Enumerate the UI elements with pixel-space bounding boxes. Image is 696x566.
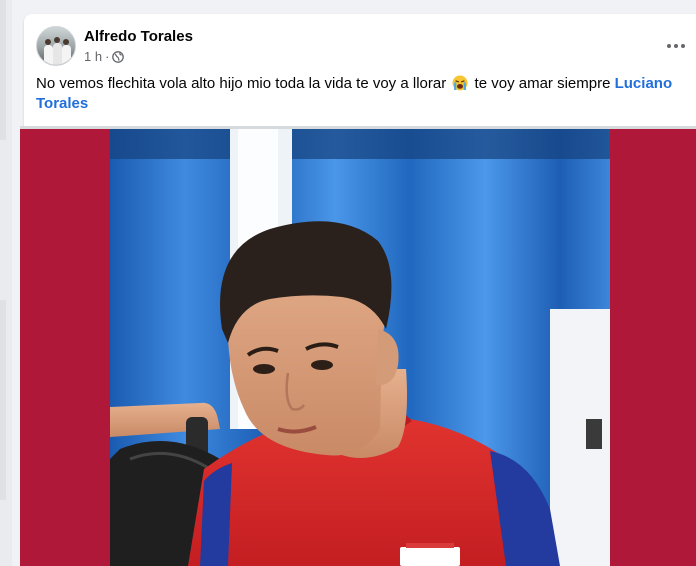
author-name[interactable]: Alfredo Torales (84, 27, 193, 46)
avatar-head (63, 39, 69, 45)
crying-face-emoji-icon (452, 75, 468, 91)
avatar-head (54, 37, 60, 43)
sidebar-divider (0, 0, 6, 140)
post-media[interactable] (20, 126, 696, 566)
post-photo[interactable] (110, 129, 610, 566)
more-options-icon (667, 44, 685, 48)
post-card: Alfredo Torales 1 h · No vemos flechita … (20, 14, 696, 566)
post-subline: 1 h · (84, 49, 193, 65)
post-text: No vemos flechita vola alto hijo mio tod… (36, 74, 676, 114)
post-text-part: te voy amar siempre (474, 75, 611, 92)
post-header: Alfredo Torales 1 h · (36, 26, 193, 66)
more-options-button[interactable] (662, 32, 690, 60)
post-text-part: No vemos flechita vola alto hijo mio tod… (36, 75, 447, 92)
post-meta: Alfredo Torales 1 h · (84, 27, 193, 65)
avatar-figure (44, 45, 53, 65)
left-sidebar-edge (0, 0, 12, 566)
post-timestamp[interactable]: 1 h (84, 49, 102, 65)
sidebar-divider (0, 300, 6, 500)
globe-icon[interactable] (112, 51, 125, 63)
avatar-figure (62, 45, 71, 65)
avatar-figure (53, 43, 62, 65)
separator-dot: · (105, 49, 110, 64)
avatar-head (45, 39, 51, 45)
avatar[interactable] (36, 26, 76, 66)
